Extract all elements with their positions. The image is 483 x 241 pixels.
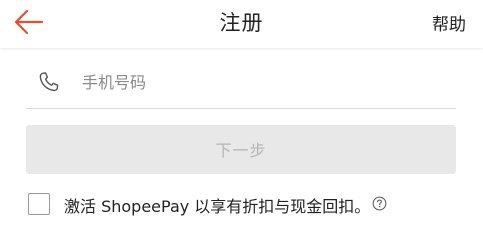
activate-shopeepay-checkbox[interactable] xyxy=(28,193,50,215)
activate-shopeepay-label: 激活 ShopeePay 以享有折扣与现金回扣。 xyxy=(64,197,371,216)
header-bar: 注册 帮助 xyxy=(0,0,483,48)
page-title: 注册 xyxy=(219,11,264,35)
next-step-button[interactable]: 下一步 xyxy=(26,125,456,174)
help-link[interactable]: 帮助 xyxy=(432,10,466,35)
question-circle-icon[interactable] xyxy=(372,196,387,211)
phone-icon xyxy=(39,72,59,92)
phone-number-input[interactable] xyxy=(82,68,442,96)
phone-field-row xyxy=(26,62,456,109)
